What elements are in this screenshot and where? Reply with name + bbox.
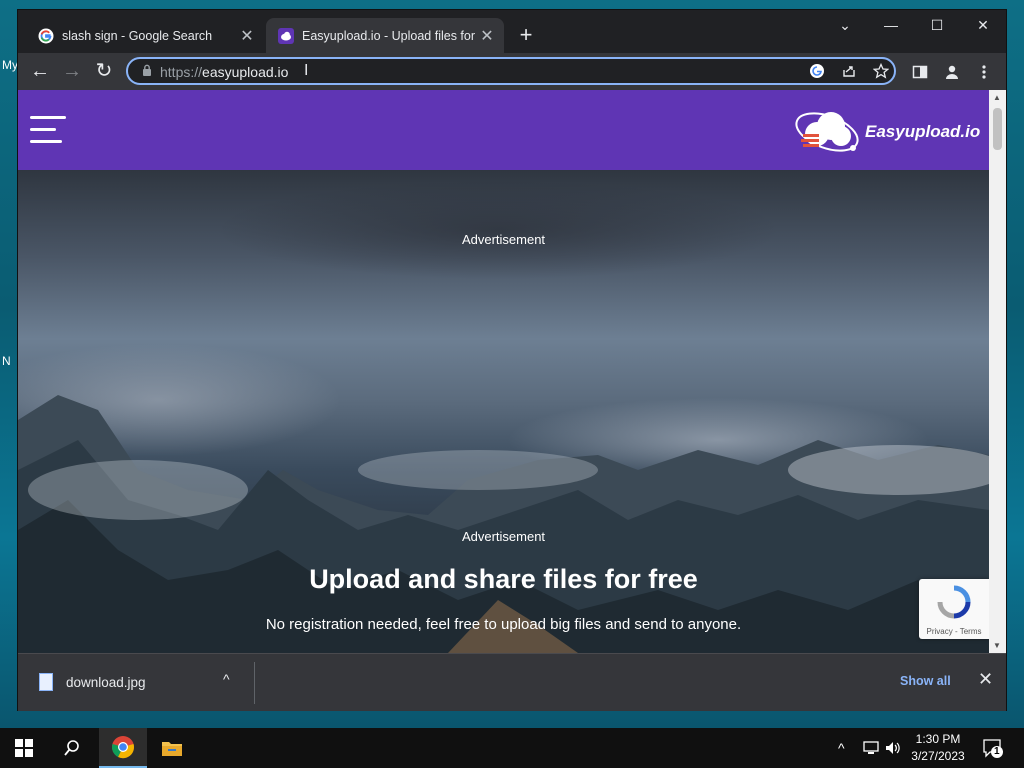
- page-scrollbar[interactable]: ▲ ▼: [989, 90, 1006, 653]
- kebab-menu-icon[interactable]: [970, 58, 998, 86]
- scroll-up-arrow-icon[interactable]: ▲: [993, 93, 1001, 102]
- image-file-icon: [39, 673, 53, 691]
- site-logo[interactable]: Easyupload.io: [793, 104, 983, 160]
- hamburger-menu-icon[interactable]: [30, 116, 66, 146]
- page-viewport: Easyupload.io Advertisement Advertisemen…: [18, 90, 989, 653]
- easyupload-favicon: [278, 27, 294, 44]
- desktop-icons-sliver: My N: [0, 0, 18, 728]
- google-lens-icon[interactable]: [808, 63, 826, 81]
- advertisement-label: Advertisement: [461, 529, 546, 544]
- file-explorer-icon[interactable]: [148, 728, 196, 768]
- address-bar[interactable]: https://easyupload.io I: [126, 57, 896, 85]
- share-icon[interactable]: [840, 63, 858, 81]
- cloud-logo-icon: [795, 112, 859, 152]
- recaptcha-icon: [937, 585, 971, 619]
- tab-title: slash sign - Google Search: [62, 28, 213, 43]
- close-window-button[interactable]: ✕: [960, 10, 1006, 40]
- search-icon[interactable]: [48, 728, 96, 768]
- new-tab-button[interactable]: +: [514, 24, 538, 48]
- windows-start-icon[interactable]: [0, 728, 48, 768]
- download-item[interactable]: download.jpg ^: [18, 660, 254, 705]
- url-text[interactable]: https://easyupload.io: [160, 64, 288, 80]
- divider: [254, 662, 255, 704]
- clock-date: 3/27/2023: [911, 749, 965, 763]
- desktop-icon-label[interactable]: N: [2, 354, 11, 368]
- clock-time: 1:30 PM: [915, 732, 961, 746]
- site-header: Easyupload.io: [18, 90, 989, 170]
- tab-easyupload[interactable]: Easyupload.io - Upload files for fr ✕: [266, 18, 504, 53]
- maximize-button[interactable]: ☐: [914, 10, 960, 40]
- minimize-button[interactable]: —: [868, 10, 914, 40]
- download-options-chevron-icon[interactable]: ^: [223, 671, 230, 687]
- scroll-down-arrow-icon[interactable]: ▼: [993, 641, 1001, 650]
- tab-strip: slash sign - Google Search ✕ Easyupload.…: [18, 10, 1006, 53]
- hero-headline: Upload and share files for free: [309, 564, 698, 594]
- back-button[interactable]: ←: [26, 58, 54, 86]
- show-all-downloads-link[interactable]: Show all: [900, 674, 951, 688]
- desktop-icon-label[interactable]: My: [2, 58, 18, 72]
- lock-icon[interactable]: [142, 64, 152, 76]
- side-panel-icon[interactable]: [906, 58, 934, 86]
- url-scheme: https://: [160, 64, 203, 80]
- taskbar-chrome-icon[interactable]: [99, 728, 147, 768]
- advertisement-label: Advertisement: [461, 232, 546, 247]
- tab-search-chevron-icon[interactable]: ⌄: [822, 10, 868, 40]
- tab-title: Easyupload.io - Upload files for fr: [302, 28, 476, 43]
- url-host: easyupload.io: [202, 64, 289, 80]
- notification-center-icon[interactable]: 1: [982, 737, 1004, 759]
- close-tab-icon[interactable]: ✕: [236, 26, 258, 46]
- scrollbar-thumb[interactable]: [993, 108, 1002, 150]
- hero-section: Advertisement Advertisement Upload and s…: [18, 170, 989, 653]
- recaptcha-links[interactable]: Privacy - Terms: [919, 627, 989, 636]
- bookmark-star-icon[interactable]: [872, 62, 890, 81]
- tab-google-search[interactable]: slash sign - Google Search ✕: [26, 18, 264, 53]
- chrome-window: slash sign - Google Search ✕ Easyupload.…: [18, 10, 1006, 711]
- close-download-shelf-icon[interactable]: ✕: [978, 669, 993, 690]
- taskbar-clock[interactable]: 1:30 PM 3/27/2023: [906, 731, 970, 765]
- reload-button[interactable]: ↻: [90, 58, 118, 86]
- windows-taskbar: ^ 1:30 PM 3/27/2023 1: [0, 728, 1024, 768]
- notification-count: 1: [994, 746, 1000, 757]
- recaptcha-badge[interactable]: Privacy - Terms: [919, 579, 989, 639]
- text-cursor-icon: I: [304, 62, 309, 79]
- forward-button[interactable]: →: [58, 58, 86, 86]
- hero-subline: No registration needed, feel free to upl…: [265, 616, 742, 633]
- network-icon[interactable]: [862, 728, 880, 768]
- google-g-icon: [38, 28, 54, 44]
- volume-icon[interactable]: [884, 728, 902, 768]
- browser-toolbar: ← → ↻ https://easyupload.io I: [18, 53, 1006, 90]
- brand-name: Easyupload.io: [865, 122, 981, 141]
- tray-overflow-chevron-icon[interactable]: ^: [838, 728, 845, 768]
- download-file-name[interactable]: download.jpg: [66, 675, 146, 690]
- download-shelf: download.jpg ^ Show all ✕: [18, 653, 1006, 711]
- profile-icon[interactable]: [938, 58, 966, 86]
- close-tab-icon[interactable]: ✕: [476, 26, 498, 46]
